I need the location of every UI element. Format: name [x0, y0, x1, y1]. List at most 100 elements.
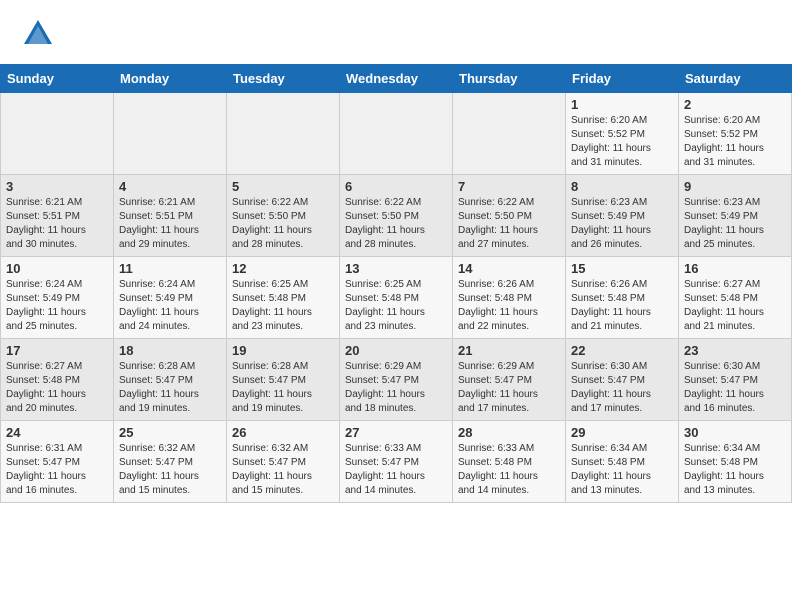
day-number: 2 — [684, 97, 786, 112]
day-number: 21 — [458, 343, 560, 358]
day-info: Sunrise: 6:23 AM Sunset: 5:49 PM Dayligh… — [571, 196, 673, 252]
calendar-cell: 15 Sunrise: 6:26 AM Sunset: 5:48 PM Dayli… — [566, 257, 679, 339]
day-info: Sunrise: 6:30 AM Sunset: 5:47 PM Dayligh… — [684, 360, 786, 416]
day-number: 5 — [232, 179, 334, 194]
day-info: Sunrise: 6:29 AM Sunset: 5:47 PM Dayligh… — [458, 360, 560, 416]
day-number: 15 — [571, 261, 673, 276]
calendar-cell: 6 Sunrise: 6:22 AM Sunset: 5:50 PM Daylig… — [340, 175, 453, 257]
day-number: 9 — [684, 179, 786, 194]
calendar-cell — [1, 93, 114, 175]
day-number: 7 — [458, 179, 560, 194]
day-number: 19 — [232, 343, 334, 358]
calendar-cell — [453, 93, 566, 175]
day-info: Sunrise: 6:29 AM Sunset: 5:47 PM Dayligh… — [345, 360, 447, 416]
day-info: Sunrise: 6:22 AM Sunset: 5:50 PM Dayligh… — [345, 196, 447, 252]
calendar-cell: 28Sunrise: 6:33 AM Sunset: 5:48 PM Dayli… — [453, 421, 566, 503]
day-info: Sunrise: 6:28 AM Sunset: 5:47 PM Dayligh… — [119, 360, 221, 416]
calendar-cell: 16Sunrise: 6:27 AM Sunset: 5:48 PM Dayli… — [679, 257, 792, 339]
calendar-cell: 9 Sunrise: 6:23 AM Sunset: 5:49 PM Daylig… — [679, 175, 792, 257]
calendar-week-2: 3 Sunrise: 6:21 AM Sunset: 5:51 PM Daylig… — [1, 175, 792, 257]
calendar-week-3: 10 Sunrise: 6:24 AM Sunset: 5:49 PM Dayli… — [1, 257, 792, 339]
calendar-table: SundayMondayTuesdayWednesdayThursdayFrid… — [0, 64, 792, 503]
calendar-cell: 5 Sunrise: 6:22 AM Sunset: 5:50 PM Daylig… — [227, 175, 340, 257]
weekday-header-sunday: Sunday — [1, 65, 114, 93]
calendar-week-5: 24 Sunrise: 6:31 AM Sunset: 5:47 PM Dayli… — [1, 421, 792, 503]
day-number: 12 — [232, 261, 334, 276]
calendar-week-4: 17 Sunrise: 6:27 AM Sunset: 5:48 PM Dayli… — [1, 339, 792, 421]
day-info: Sunrise: 6:25 AM Sunset: 5:48 PM Dayligh… — [232, 278, 334, 334]
calendar-cell: 14Sunrise: 6:26 AM Sunset: 5:48 PM Dayli… — [453, 257, 566, 339]
calendar-header: SundayMondayTuesdayWednesdayThursdayFrid… — [1, 65, 792, 93]
calendar-cell: 21 Sunrise: 6:29 AM Sunset: 5:47 PM Dayli… — [453, 339, 566, 421]
day-number: 17 — [6, 343, 108, 358]
calendar-cell: 1 Sunrise: 6:20 AM Sunset: 5:52 PM Daylig… — [566, 93, 679, 175]
day-info: Sunrise: 6:24 AM Sunset: 5:49 PM Dayligh… — [119, 278, 221, 334]
weekday-header-friday: Friday — [566, 65, 679, 93]
calendar-cell: 10 Sunrise: 6:24 AM Sunset: 5:49 PM Dayli… — [1, 257, 114, 339]
calendar-cell: 11 Sunrise: 6:24 AM Sunset: 5:49 PM Dayli… — [114, 257, 227, 339]
day-info: Sunrise: 6:31 AM Sunset: 5:47 PM Dayligh… — [6, 442, 108, 498]
calendar-cell: 2 Sunrise: 6:20 AM Sunset: 5:52 PM Daylig… — [679, 93, 792, 175]
calendar-cell: 24 Sunrise: 6:31 AM Sunset: 5:47 PM Dayli… — [1, 421, 114, 503]
calendar-cell: 18 Sunrise: 6:28 AM Sunset: 5:47 PM Dayli… — [114, 339, 227, 421]
calendar-cell: 25 Sunrise: 6:32 AM Sunset: 5:47 PM Dayli… — [114, 421, 227, 503]
day-info: Sunrise: 6:28 AM Sunset: 5:47 PM Dayligh… — [232, 360, 334, 416]
day-number: 16 — [684, 261, 786, 276]
day-number: 30 — [684, 425, 786, 440]
day-info: Sunrise: 6:30 AM Sunset: 5:47 PM Dayligh… — [571, 360, 673, 416]
calendar-cell: 29Sunrise: 6:34 AM Sunset: 5:48 PM Dayli… — [566, 421, 679, 503]
day-info: Sunrise: 6:24 AM Sunset: 5:49 PM Dayligh… — [6, 278, 108, 334]
calendar-cell — [114, 93, 227, 175]
calendar-cell — [227, 93, 340, 175]
weekday-header-wednesday: Wednesday — [340, 65, 453, 93]
calendar-cell: 4Sunrise: 6:21 AM Sunset: 5:51 PM Daylig… — [114, 175, 227, 257]
weekday-header-saturday: Saturday — [679, 65, 792, 93]
calendar-cell: 22 Sunrise: 6:30 AM Sunset: 5:47 PM Dayli… — [566, 339, 679, 421]
day-info: Sunrise: 6:23 AM Sunset: 5:49 PM Dayligh… — [684, 196, 786, 252]
weekday-header-thursday: Thursday — [453, 65, 566, 93]
calendar-cell: 30Sunrise: 6:34 AM Sunset: 5:48 PM Dayli… — [679, 421, 792, 503]
day-number: 11 — [119, 261, 221, 276]
day-number: 24 — [6, 425, 108, 440]
day-number: 27 — [345, 425, 447, 440]
calendar-cell: 19 Sunrise: 6:28 AM Sunset: 5:47 PM Dayli… — [227, 339, 340, 421]
calendar-cell: 27Sunrise: 6:33 AM Sunset: 5:47 PM Dayli… — [340, 421, 453, 503]
day-info: Sunrise: 6:20 AM Sunset: 5:52 PM Dayligh… — [571, 114, 673, 170]
day-number: 3 — [6, 179, 108, 194]
day-info: Sunrise: 6:22 AM Sunset: 5:50 PM Dayligh… — [232, 196, 334, 252]
day-info: Sunrise: 6:32 AM Sunset: 5:47 PM Dayligh… — [119, 442, 221, 498]
calendar-cell: 7 Sunrise: 6:22 AM Sunset: 5:50 PM Daylig… — [453, 175, 566, 257]
day-info: Sunrise: 6:26 AM Sunset: 5:48 PM Dayligh… — [571, 278, 673, 334]
logo-icon — [20, 16, 56, 52]
day-number: 20 — [345, 343, 447, 358]
day-number: 8 — [571, 179, 673, 194]
day-number: 22 — [571, 343, 673, 358]
day-info: Sunrise: 6:32 AM Sunset: 5:47 PM Dayligh… — [232, 442, 334, 498]
day-number: 1 — [571, 97, 673, 112]
calendar-week-1: 1 Sunrise: 6:20 AM Sunset: 5:52 PM Daylig… — [1, 93, 792, 175]
calendar-cell: 23 Sunrise: 6:30 AM Sunset: 5:47 PM Dayli… — [679, 339, 792, 421]
day-info: Sunrise: 6:33 AM Sunset: 5:48 PM Dayligh… — [458, 442, 560, 498]
calendar-cell: 8 Sunrise: 6:23 AM Sunset: 5:49 PM Daylig… — [566, 175, 679, 257]
day-info: Sunrise: 6:20 AM Sunset: 5:52 PM Dayligh… — [684, 114, 786, 170]
calendar-cell: 12 Sunrise: 6:25 AM Sunset: 5:48 PM Dayli… — [227, 257, 340, 339]
day-number: 25 — [119, 425, 221, 440]
day-info: Sunrise: 6:27 AM Sunset: 5:48 PM Dayligh… — [6, 360, 108, 416]
day-info: Sunrise: 6:26 AM Sunset: 5:48 PM Dayligh… — [458, 278, 560, 334]
logo — [20, 16, 62, 52]
day-number: 23 — [684, 343, 786, 358]
day-info: Sunrise: 6:25 AM Sunset: 5:48 PM Dayligh… — [345, 278, 447, 334]
day-number: 6 — [345, 179, 447, 194]
day-number: 13 — [345, 261, 447, 276]
calendar-cell — [340, 93, 453, 175]
day-number: 10 — [6, 261, 108, 276]
weekday-header-tuesday: Tuesday — [227, 65, 340, 93]
day-info: Sunrise: 6:21 AM Sunset: 5:51 PM Dayligh… — [6, 196, 108, 252]
day-number: 18 — [119, 343, 221, 358]
day-info: Sunrise: 6:21 AM Sunset: 5:51 PM Dayligh… — [119, 196, 221, 252]
calendar-cell: 26 Sunrise: 6:32 AM Sunset: 5:47 PM Dayli… — [227, 421, 340, 503]
day-number: 26 — [232, 425, 334, 440]
day-info: Sunrise: 6:22 AM Sunset: 5:50 PM Dayligh… — [458, 196, 560, 252]
calendar-cell: 20 Sunrise: 6:29 AM Sunset: 5:47 PM Dayli… — [340, 339, 453, 421]
calendar-cell: 13 Sunrise: 6:25 AM Sunset: 5:48 PM Dayli… — [340, 257, 453, 339]
